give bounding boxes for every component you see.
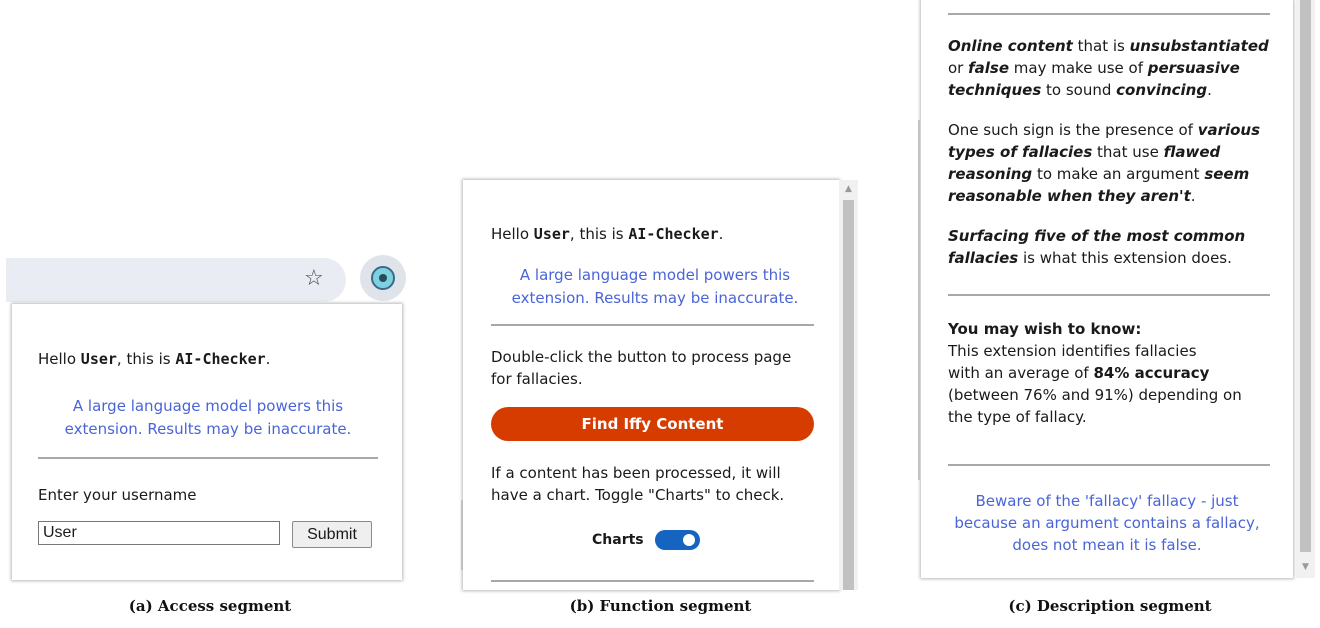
charts-label: Charts	[592, 532, 644, 548]
instruction-line-2: for fallacies.	[491, 370, 583, 388]
chart-hint-line-2: have a chart. Toggle "Charts" to check.	[491, 486, 785, 504]
know-line-4: the type of fallacy.	[948, 408, 1087, 426]
beware-line-1: Beware of the 'fallacy' fallacy - just	[975, 492, 1239, 510]
greeting-user: User	[80, 350, 117, 368]
extension-logo-icon[interactable]	[371, 266, 395, 290]
divider	[491, 324, 814, 326]
accuracy-value: 84% accuracy	[1093, 364, 1210, 382]
caption-c: (c) Description segment	[1008, 597, 1212, 615]
beware-line-2: because an argument contains a fallacy,	[954, 514, 1260, 532]
username-label: Enter your username	[38, 486, 197, 504]
greeting-user: User	[533, 225, 570, 243]
divider	[948, 464, 1270, 466]
greeting-end: .	[718, 225, 724, 243]
greeting-prefix: Hello	[491, 225, 534, 243]
divider	[38, 457, 378, 459]
know-line-1: This extension identifies fallacies	[948, 342, 1197, 360]
scrollbar-thumb[interactable]	[1300, 0, 1311, 552]
greeting-mid: , this is	[116, 350, 176, 368]
greeting-prefix: Hello	[38, 350, 81, 368]
bookmark-star-icon[interactable]: ☆	[304, 266, 324, 291]
paragraph-3: Surfacing five of the most common fallac…	[948, 227, 1246, 267]
caption-b: (b) Function segment	[569, 597, 752, 615]
find-iffy-content-button[interactable]: Find Iffy Content	[491, 407, 814, 441]
scroll-down-icon[interactable]: ▼	[1302, 562, 1309, 572]
app-name: AI-Checker	[175, 350, 266, 368]
know-heading: You may wish to know:	[948, 320, 1142, 338]
scroll-up-icon[interactable]: ▲	[845, 184, 852, 194]
notice-line-2: extension. Results may be inaccurate.	[64, 420, 352, 438]
divider-bottom	[491, 580, 814, 582]
app-name: AI-Checker	[628, 225, 719, 243]
instruction-line-1: Double-click the button to process page	[491, 348, 792, 366]
notice-line-1: A large language model powers this	[72, 397, 344, 415]
know-line-3: (between 76% and 91%) depending on	[948, 386, 1242, 404]
greeting: Hello User, this is AI-Checker.	[491, 225, 723, 243]
divider-top	[948, 13, 1270, 15]
greeting-mid: , this is	[569, 225, 629, 243]
paragraph-1: Online content that is unsubstantiated o…	[948, 37, 1269, 99]
greeting-end: .	[265, 350, 271, 368]
submit-button[interactable]: Submit	[292, 521, 372, 548]
toggle-knob[interactable]	[683, 534, 695, 546]
address-bar[interactable]	[6, 258, 346, 302]
notice-line-1: A large language model powers this	[519, 266, 791, 284]
divider	[948, 294, 1270, 296]
scrollbar-thumb[interactable]	[843, 200, 854, 590]
caption-a: (a) Access segment	[128, 597, 292, 615]
notice-line-2: extension. Results may be inaccurate.	[511, 289, 799, 307]
paragraph-2: One such sign is the presence of various…	[948, 121, 1261, 205]
know-section: You may wish to know: This extension ide…	[948, 320, 1242, 426]
chart-hint-line-1: If a content has been processed, it will	[491, 464, 781, 482]
greeting: Hello User, this is AI-Checker.	[38, 350, 270, 368]
username-input[interactable]: User	[38, 521, 280, 545]
page-edge-decor	[918, 120, 920, 480]
beware-line-3: does not mean it is false.	[1012, 536, 1202, 554]
